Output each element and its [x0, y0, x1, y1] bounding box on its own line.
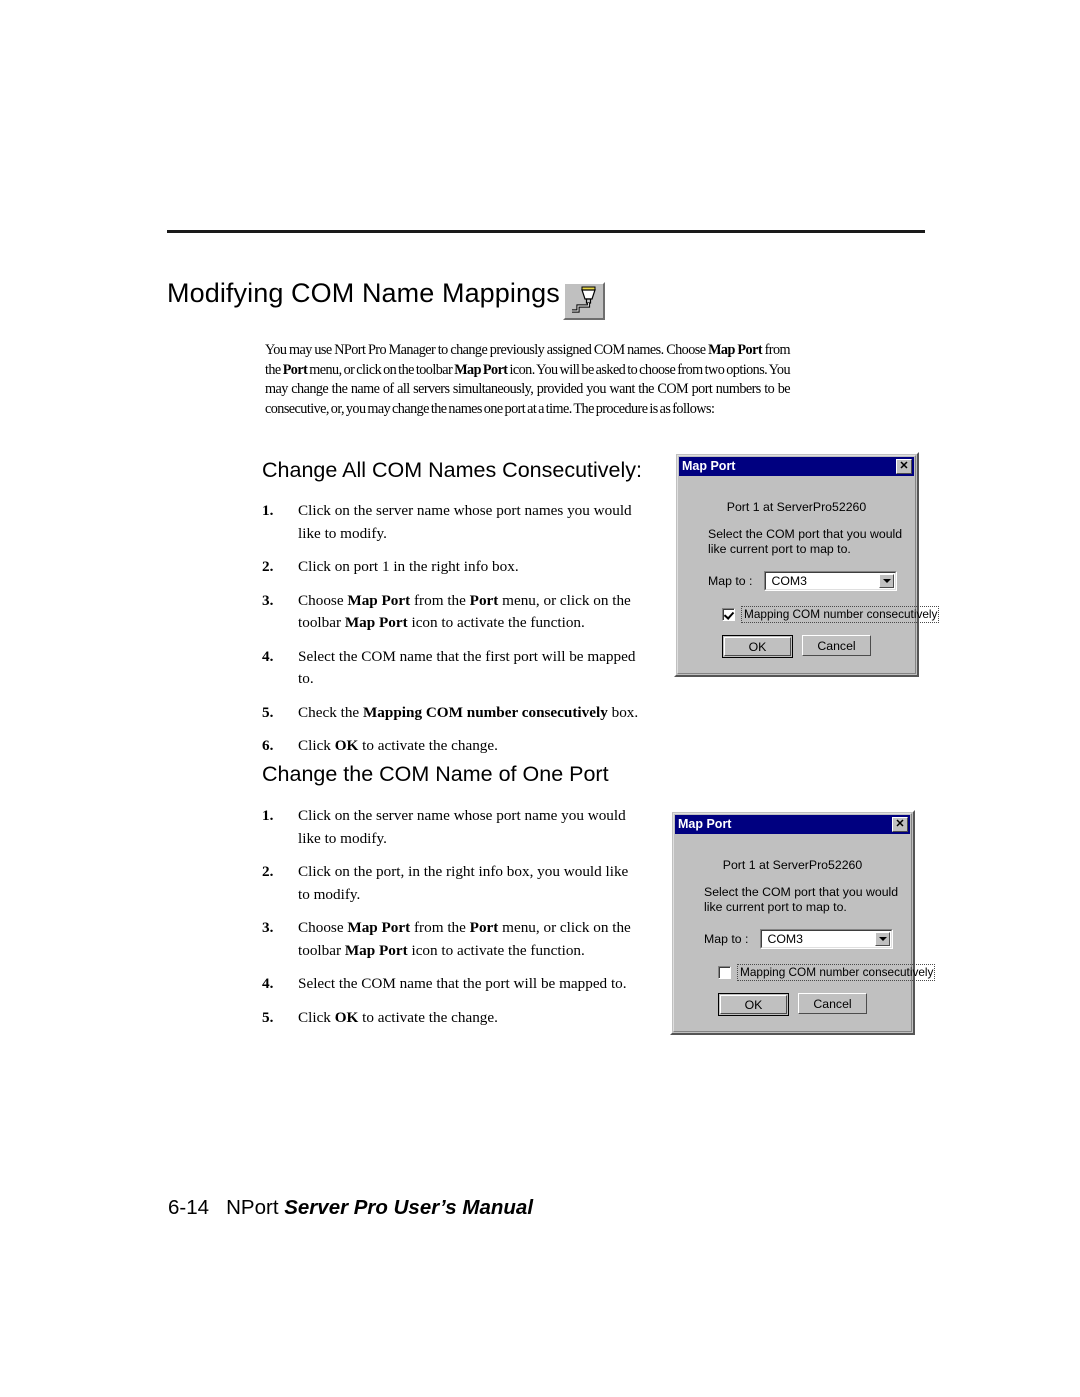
dialog-button-row: OK Cancel: [672, 993, 913, 1016]
ok-button-label: OK: [744, 997, 763, 1012]
step-text: Check the Mapping COM number consecutive…: [298, 703, 639, 721]
step-text: Click on the server name whose port name…: [298, 807, 626, 847]
mapping-consecutive-label: Mapping COM number consecutively: [741, 606, 940, 623]
close-icon[interactable]: ✕: [896, 459, 912, 474]
mapping-consecutive-row[interactable]: Mapping COM number consecutively: [718, 964, 936, 981]
com-port-select[interactable]: COM3: [760, 929, 893, 949]
steps-list-change-one: 1. Click on the server name whose port na…: [262, 805, 642, 1029]
chevron-down-icon[interactable]: [875, 932, 890, 946]
dialog-port-label: Port 1 at ServerPro52260: [726, 500, 867, 514]
dialog-title: Map Port: [682, 459, 736, 474]
step-number: 2.: [262, 863, 274, 880]
list-item: 5. Check the Mapping COM number consecuti…: [262, 702, 642, 725]
dialog-instruction: Select the COM port that you would like …: [708, 527, 902, 557]
section-heading-change-all: Change All COM Names Consecutively:: [262, 458, 642, 482]
footer-product: NPort: [226, 1196, 279, 1219]
step-number: 1.: [262, 807, 274, 824]
list-item: 1. Click on the server name whose port na…: [262, 805, 642, 850]
footer-page-number: 6-14: [168, 1196, 210, 1219]
cancel-button-label: Cancel: [817, 638, 856, 653]
com-port-value: COM3: [767, 932, 803, 946]
step-number: 3.: [262, 919, 274, 936]
cancel-button-label: Cancel: [813, 996, 852, 1011]
cancel-button[interactable]: Cancel: [798, 993, 867, 1014]
dialog-titlebar[interactable]: Map Port ✕: [675, 815, 910, 834]
cancel-button[interactable]: Cancel: [802, 635, 871, 656]
list-item: 4. Select the COM name that the first por…: [262, 646, 642, 691]
map-to-row: Map to : COM3: [704, 929, 893, 949]
chevron-down-icon[interactable]: [879, 574, 894, 588]
list-item: 3. Choose Map Port from the Port menu, or…: [262, 917, 642, 962]
list-item: 5. Click OK to activate the change.: [262, 1007, 642, 1030]
footer-manual-title: Server Pro User’s Manual: [284, 1196, 534, 1219]
com-port-value: COM3: [771, 574, 807, 588]
step-text: Click OK to activate the change.: [298, 1008, 498, 1026]
ok-button[interactable]: OK: [718, 993, 789, 1016]
step-text: Choose Map Port from the Port menu, or c…: [298, 591, 631, 632]
ok-button[interactable]: OK: [722, 635, 793, 658]
steps-list-change-all: 1. Click on the server name whose port na…: [262, 500, 642, 758]
instruction-line-2: like current port to map to.: [708, 542, 851, 556]
map-port-dialog-single[interactable]: Map Port ✕ Port 1 at ServerPro52260 Sele…: [670, 810, 936, 1035]
mapping-consecutive-checkbox[interactable]: [718, 965, 731, 979]
mapping-consecutive-label: Mapping COM number consecutively: [737, 964, 936, 981]
ok-button-label: OK: [748, 639, 767, 654]
step-text: Select the COM name that the port will b…: [298, 975, 627, 992]
step-number: 4.: [262, 975, 274, 992]
step-text: Choose Map Port from the Port menu, or c…: [298, 919, 631, 959]
list-item: 1. Click on the server name whose port na…: [262, 500, 642, 545]
map-port-dialog-consecutive[interactable]: Map Port ✕ Port 1 at ServerPro52260 Sele…: [674, 452, 940, 677]
instruction-line-2: like current port to map to.: [704, 900, 847, 914]
list-item: 6. Click OK to activate the change.: [262, 735, 642, 758]
close-icon[interactable]: ✕: [892, 817, 908, 832]
list-item: 4. Select the COM name that the port will…: [262, 973, 642, 996]
intro-paragraph: You may use NPort Pro Manager to change …: [265, 342, 791, 417]
step-text: Select the COM name that the first port …: [298, 647, 636, 688]
step-number: 2.: [262, 558, 274, 575]
dialog-button-row: OK Cancel: [676, 635, 917, 658]
instruction-line-1: Select the COM port that you would: [708, 527, 903, 541]
step-text: Click OK to activate the change.: [298, 737, 498, 754]
map-port-toolbar-icon: [563, 282, 605, 320]
dialog-instruction: Select the COM port that you would like …: [704, 885, 898, 915]
map-to-label: Map to :: [704, 932, 749, 946]
step-text: Click on the server name whose port name…: [298, 502, 632, 542]
mapping-consecutive-row[interactable]: Mapping COM number consecutively: [722, 606, 940, 623]
dialog-title: Map Port: [678, 817, 732, 832]
step-number: 6.: [262, 737, 274, 754]
step-number: 5.: [262, 1008, 274, 1026]
step-number: 1.: [262, 502, 274, 519]
list-item: 2. Click on the port, in the right info b…: [262, 861, 642, 906]
step-number: 3.: [262, 591, 274, 609]
step-number: 4.: [262, 647, 274, 665]
page-title: Modifying COM Name Mappings: [167, 278, 560, 308]
list-item: 2. Click on port 1 in the right info box.: [262, 556, 642, 579]
combo-inner: COM3: [761, 930, 892, 948]
step-number: 5.: [262, 703, 274, 721]
dialog-port-label: Port 1 at ServerPro52260: [722, 858, 863, 872]
header-divider: [167, 230, 925, 234]
section-heading-change-one: Change the COM Name of One Port: [262, 762, 609, 786]
mapping-consecutive-checkbox[interactable]: [722, 607, 735, 621]
combo-inner: COM3: [765, 572, 896, 590]
map-to-row: Map to : COM3: [708, 571, 897, 591]
com-port-select[interactable]: COM3: [764, 571, 897, 591]
manual-page: Modifying COM Name Mappings You may use …: [0, 0, 1080, 1397]
instruction-line-1: Select the COM port that you would: [704, 885, 899, 899]
step-text: Click on the port, in the right info box…: [298, 863, 629, 903]
list-item: 3. Choose Map Port from the Port menu, or…: [262, 590, 642, 635]
page-footer: 6-14 NPort Server Pro User’s Manual: [168, 1196, 533, 1220]
map-to-label: Map to :: [708, 574, 753, 588]
step-text: Click on port 1 in the right info box.: [298, 558, 519, 575]
dialog-titlebar[interactable]: Map Port ✕: [679, 457, 914, 476]
